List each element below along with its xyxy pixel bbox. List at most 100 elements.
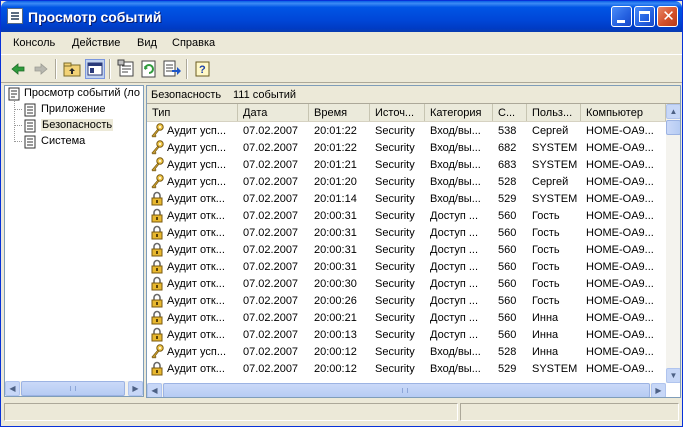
event-row[interactable]: Аудит отк... 07.02.2007 20:00:31 Security До… [147, 224, 666, 241]
menu-action[interactable]: Действие [72, 37, 120, 49]
event-row[interactable]: Аудит отк... 07.02.2007 20:00:31 Security До… [147, 241, 666, 258]
event-cell-computer: HOME-OA9... [586, 159, 654, 171]
event-cell-user: SYSTEM [532, 193, 578, 205]
event-cell-category: Доступ ... [430, 312, 479, 324]
properties-icon[interactable] [116, 59, 136, 79]
window-title: Просмотр событий [28, 9, 162, 25]
lock-icon [150, 361, 164, 376]
column-header-user[interactable]: Польз... [527, 104, 581, 121]
scroll-thumb[interactable] [163, 383, 650, 397]
key-icon [150, 174, 164, 189]
column-header-source[interactable]: Источ... [370, 104, 425, 121]
forward-arrow-icon[interactable] [31, 59, 51, 79]
event-row[interactable]: Аудит отк... 07.02.2007 20:00:30 Security До… [147, 275, 666, 292]
event-row[interactable]: Аудит отк... 07.02.2007 20:00:31 Security До… [147, 258, 666, 275]
event-cell-category: Доступ ... [430, 261, 479, 273]
scroll-right-button[interactable]: ▶ [651, 383, 666, 397]
event-row[interactable]: Аудит отк... 07.02.2007 20:00:13 Security До… [147, 326, 666, 343]
event-cell-computer: HOME-OA9... [586, 244, 654, 256]
close-button[interactable]: ✕ [657, 6, 678, 27]
event-row[interactable]: Аудит усп... 07.02.2007 20:01:20 Security Вх… [147, 173, 666, 190]
tree-item-application[interactable]: Приложение [24, 102, 142, 118]
event-row[interactable]: Аудит усп... 07.02.2007 20:01:22 Security Вх… [147, 122, 666, 139]
toolbar-separator [109, 59, 111, 79]
event-cell-type: Аудит отк... [167, 278, 225, 290]
event-cell-category: Доступ ... [430, 295, 479, 307]
column-header-date[interactable]: Дата [238, 104, 309, 121]
column-header-category[interactable]: Категория [425, 104, 493, 121]
toolbar-separator [186, 59, 188, 79]
event-cell-user: Гость [532, 210, 560, 222]
help-icon[interactable]: ? [193, 59, 213, 79]
event-row[interactable]: Аудит отк... 07.02.2007 20:00:31 Security До… [147, 207, 666, 224]
event-cell-id: 683 [498, 159, 517, 171]
event-cell-source: Security [375, 159, 415, 171]
scroll-thumb[interactable] [666, 120, 680, 135]
event-viewer-app-icon[interactable] [7, 8, 23, 24]
event-cell-id: 560 [498, 329, 517, 341]
show-hide-tree-icon[interactable] [85, 59, 105, 79]
event-cell-computer: HOME-OA9... [586, 346, 654, 358]
tree-horizontal-scrollbar[interactable]: ◀ ▶ [5, 381, 143, 396]
up-folder-icon[interactable] [62, 59, 82, 79]
export-list-icon[interactable] [162, 59, 182, 79]
event-cell-computer: HOME-OA9... [586, 193, 654, 205]
event-cell-id: 560 [498, 278, 517, 290]
event-row[interactable]: Аудит отк... 07.02.2007 20:00:21 Security До… [147, 309, 666, 326]
tree-item-system[interactable]: Система [24, 134, 142, 150]
event-cell-time: 20:01:14 [314, 193, 357, 205]
event-row[interactable]: Аудит отк... 07.02.2007 20:01:14 Security Вх… [147, 190, 666, 207]
events-vertical-scrollbar[interactable]: ▲ ▼ [666, 104, 680, 383]
log-file-icon [24, 103, 36, 117]
event-row[interactable]: Аудит усп... 07.02.2007 20:00:12 Security Вх… [147, 343, 666, 360]
menu-console[interactable]: Консоль [13, 37, 55, 49]
tree-item-security[interactable]: Безопасность [24, 118, 142, 134]
event-cell-computer: HOME-OA9... [586, 312, 654, 324]
event-row[interactable]: Аудит усп... 07.02.2007 20:01:21 Security Вх… [147, 156, 666, 173]
event-cell-user: SYSTEM [532, 142, 578, 154]
scroll-left-button[interactable]: ◀ [5, 381, 20, 396]
event-cell-time: 20:00:12 [314, 363, 357, 375]
log-file-icon [24, 135, 36, 149]
lock-icon [150, 191, 164, 206]
lock-icon [150, 310, 164, 325]
column-header-event-id[interactable]: С... [493, 104, 527, 121]
event-cell-date: 07.02.2007 [243, 159, 299, 171]
title-bar[interactable]: Просмотр событий ✕ [1, 1, 682, 32]
panel-log-name: Безопасность [151, 89, 222, 101]
event-cell-id: 560 [498, 227, 517, 239]
menu-help[interactable]: Справка [172, 37, 215, 49]
event-cell-type: Аудит отк... [167, 261, 225, 273]
back-arrow-icon[interactable] [8, 59, 28, 79]
event-cell-source: Security [375, 363, 415, 375]
column-header-type[interactable]: Тип [147, 104, 238, 121]
event-cell-date: 07.02.2007 [243, 278, 299, 290]
events-horizontal-scrollbar[interactable]: ◀ ▶ [147, 383, 666, 397]
event-row[interactable]: Аудит усп... 07.02.2007 20:01:22 Security Вх… [147, 139, 666, 156]
event-row[interactable]: Аудит отк... 07.02.2007 20:00:26 Security До… [147, 292, 666, 309]
event-cell-source: Security [375, 329, 415, 341]
event-cell-id: 538 [498, 125, 517, 137]
event-cell-category: Вход/вы... [430, 142, 481, 154]
minimize-button[interactable] [611, 6, 632, 27]
tree-connector [15, 141, 22, 142]
event-cell-type: Аудит усп... [167, 176, 227, 188]
event-cell-source: Security [375, 346, 415, 358]
scroll-right-button[interactable]: ▶ [128, 381, 143, 396]
event-cell-computer: HOME-OA9... [586, 278, 654, 290]
grip-icon [70, 386, 76, 391]
event-cell-date: 07.02.2007 [243, 210, 299, 222]
column-header-time[interactable]: Время [309, 104, 370, 121]
event-cell-time: 20:00:21 [314, 312, 357, 324]
maximize-button[interactable] [634, 6, 655, 27]
column-header-computer[interactable]: Компьютер [581, 104, 666, 121]
event-row[interactable]: Аудит отк... 07.02.2007 20:00:12 Security Вх… [147, 360, 666, 377]
scroll-down-button[interactable]: ▼ [666, 368, 680, 383]
menu-view[interactable]: Вид [137, 37, 157, 49]
tree-root-event-viewer[interactable]: Просмотр событий (ло [8, 86, 143, 102]
scroll-thumb[interactable] [21, 381, 125, 396]
scroll-up-button[interactable]: ▲ [666, 104, 680, 119]
lock-icon [150, 242, 164, 257]
refresh-icon[interactable] [139, 59, 159, 79]
scroll-left-button[interactable]: ◀ [147, 383, 162, 397]
